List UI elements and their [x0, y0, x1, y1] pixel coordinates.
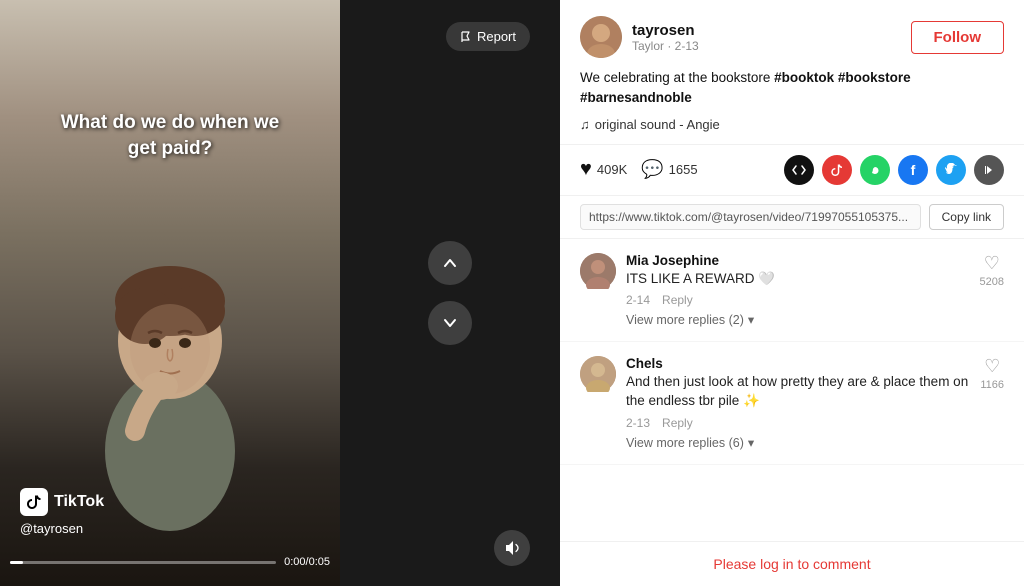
nav-up-button[interactable] — [428, 241, 472, 285]
video-text-overlay: What do we do when we get paid? — [0, 110, 340, 161]
middle-panel: Report — [340, 0, 560, 586]
comment-avatar — [580, 253, 616, 289]
report-button[interactable]: Report — [446, 22, 530, 51]
like-heart-icon[interactable]: ♡ — [984, 253, 1000, 274]
comment-text: And then just look at how pretty they ar… — [626, 373, 970, 411]
comment-meta: 2-14 Reply — [626, 293, 970, 307]
comment-reply-button[interactable]: Reply — [662, 293, 693, 307]
like-count: 409K — [597, 162, 627, 177]
tiktok-share-icon — [830, 163, 844, 177]
embed-icon — [792, 163, 806, 177]
chevron-icon: ▾ — [748, 312, 754, 327]
progress-bar-fill — [10, 561, 23, 564]
follow-button[interactable]: Follow — [911, 21, 1005, 54]
comment-item: Chels And then just look at how pretty t… — [560, 342, 1024, 465]
url-display: https://www.tiktok.com/@tayrosen/video/7… — [580, 204, 921, 230]
tiktok-share-button[interactable] — [822, 155, 852, 185]
comment-body: Chels And then just look at how pretty t… — [626, 356, 970, 450]
view-more-replies-button[interactable]: View more replies (6) ▾ — [626, 435, 970, 450]
comment-action[interactable]: 💬 1655 — [641, 159, 697, 180]
progress-bar-bg — [10, 561, 276, 564]
chevron-up-icon — [440, 253, 460, 273]
comment-like: ♡ 5208 — [980, 253, 1004, 328]
action-bar: ♥ 409K 💬 1655 — [560, 145, 1024, 196]
action-left: ♥ 409K 💬 1655 — [580, 158, 698, 181]
comment-reply-button[interactable]: Reply — [662, 416, 693, 430]
profile-username: tayrosen — [632, 22, 699, 39]
copy-link-button[interactable]: Copy link — [929, 204, 1004, 230]
heart-icon: ♥ — [580, 158, 592, 181]
sound-button[interactable] — [494, 530, 530, 566]
comment-icon: 💬 — [641, 159, 663, 180]
profile-row: tayrosen Taylor · 2-13 Follow — [580, 16, 1004, 58]
comment-like: ♡ 1166 — [980, 356, 1004, 450]
share-icons: f — [784, 155, 1004, 185]
comment-like-count: 5208 — [980, 276, 1004, 288]
twitter-share-button[interactable] — [936, 155, 966, 185]
video-username: @tayrosen — [20, 521, 83, 536]
whatsapp-icon — [868, 163, 882, 177]
view-more-replies-button[interactable]: View more replies (2) ▾ — [626, 312, 970, 327]
music-note-icon: ♫ — [580, 117, 590, 132]
sound-label: original sound - Angie — [595, 117, 720, 132]
comment-avatar — [580, 356, 616, 392]
profile-left: tayrosen Taylor · 2-13 — [580, 16, 699, 58]
info-header: tayrosen Taylor · 2-13 Follow We celebra… — [560, 0, 1024, 145]
avatar — [580, 16, 622, 58]
profile-info: tayrosen Taylor · 2-13 — [632, 22, 699, 53]
caption: We celebrating at the bookstore #booktok… — [580, 68, 1004, 109]
profile-subtitle: Taylor · 2-13 — [632, 39, 699, 53]
video-panel: What do we do when we get paid? TikTok @… — [0, 0, 340, 586]
like-heart-icon[interactable]: ♡ — [984, 356, 1000, 377]
embed-share-button[interactable] — [784, 155, 814, 185]
comments-section: Mia Josephine ITS LIKE A REWARD 🤍 2-14 R… — [560, 239, 1024, 542]
comment-meta: 2-13 Reply — [626, 416, 970, 430]
comment-username: Chels — [626, 356, 970, 371]
sound-info: ♫ original sound - Angie — [580, 117, 1004, 132]
facebook-icon: f — [911, 162, 916, 178]
chevron-icon: ▾ — [748, 435, 754, 450]
login-footer: Please log in to comment — [560, 541, 1024, 586]
facebook-share-button[interactable]: f — [898, 155, 928, 185]
comment-date: 2-13 — [626, 416, 650, 430]
comment-date: 2-14 — [626, 293, 650, 307]
twitter-icon — [945, 163, 958, 176]
chevron-down-icon — [440, 313, 460, 333]
nav-down-button[interactable] — [428, 301, 472, 345]
comment-like-count: 1166 — [980, 379, 1004, 391]
like-action[interactable]: ♥ 409K — [580, 158, 627, 181]
tiktok-logo: TikTok — [20, 488, 104, 516]
whatsapp-share-button[interactable] — [860, 155, 890, 185]
sound-icon — [503, 539, 521, 557]
comment-count: 1655 — [669, 162, 698, 177]
more-share-button[interactable] — [974, 155, 1004, 185]
time-display: 0:00/0:05 — [284, 556, 330, 568]
info-panel: tayrosen Taylor · 2-13 Follow We celebra… — [560, 0, 1024, 586]
tiktok-icon — [20, 488, 48, 516]
comment-text: ITS LIKE A REWARD 🤍 — [626, 270, 970, 289]
login-to-comment-button[interactable]: Please log in to comment — [580, 556, 1004, 572]
comment-body: Mia Josephine ITS LIKE A REWARD 🤍 2-14 R… — [626, 253, 970, 328]
share-more-icon — [982, 163, 996, 177]
url-bar: https://www.tiktok.com/@tayrosen/video/7… — [560, 196, 1024, 239]
comment-item: Mia Josephine ITS LIKE A REWARD 🤍 2-14 R… — [560, 239, 1024, 343]
comment-username: Mia Josephine — [626, 253, 970, 268]
flag-icon — [460, 31, 472, 43]
tiktok-label: TikTok — [54, 493, 104, 511]
progress-bar-container[interactable]: 0:00/0:05 — [10, 556, 330, 568]
